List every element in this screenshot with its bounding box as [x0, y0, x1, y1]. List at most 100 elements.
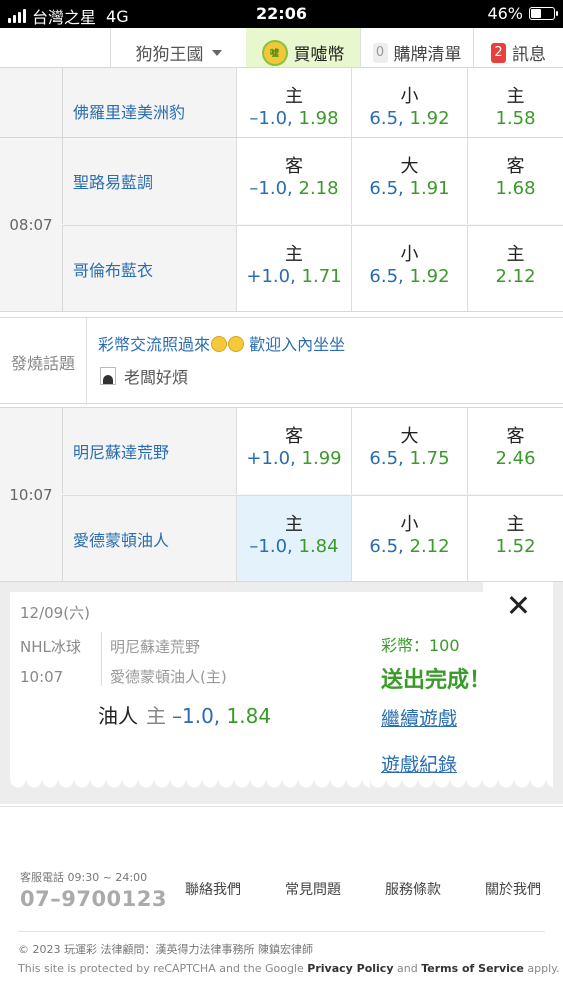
spread-side: 客 — [285, 426, 303, 447]
recaptcha-and: and — [397, 962, 418, 975]
total-odds: 2.12 — [409, 536, 450, 557]
total-odds: 1.91 — [409, 178, 450, 199]
total-odds: 1.92 — [409, 266, 450, 287]
battery-icon — [529, 7, 558, 20]
total-odds-cell[interactable]: 大 6.5, 1.75 — [351, 408, 467, 494]
spread-line: –1.0, — [249, 178, 293, 199]
total-line: 6.5, — [369, 178, 404, 199]
total-side: 大 — [400, 156, 419, 177]
spread-odds: 1.84 — [298, 536, 339, 557]
bet-confirmation-panel: 12/09(六) NHL冰球 10:07 明尼蘇達荒野 愛德蒙頓油人(主) 油人… — [0, 582, 563, 804]
moneyline-side: 客 — [506, 156, 525, 177]
spread-odds: 1.99 — [301, 448, 342, 469]
ticket-bet: 油人主 –1.0, 1.84 — [98, 700, 271, 729]
ticket-bet-side: 主 — [146, 704, 166, 728]
close-button[interactable] — [483, 582, 553, 628]
total-odds-cell[interactable]: 大 6.5, 1.91 — [351, 138, 467, 224]
ticket-time: 10:07 — [20, 668, 64, 686]
team-name: 聖路易藍調 — [62, 138, 236, 224]
footer-link-terms[interactable]: 服務條款 — [385, 879, 485, 899]
spread-odds-cell[interactable]: 客 –1.0, 2.18 — [236, 138, 351, 224]
messages-label: 訊息 — [512, 45, 546, 65]
hot-topic-label: 發燒話題 — [0, 318, 87, 405]
total-odds-cell[interactable]: 小 6.5, 1.92 — [351, 226, 467, 311]
footer-link-contact[interactable]: 聯絡我們 — [185, 879, 285, 899]
ticket-bet-odds: 1.84 — [226, 704, 272, 728]
moneyline-odds-cell[interactable]: 主 1.52 — [467, 496, 563, 581]
spread-odds: 2.18 — [298, 178, 339, 199]
team-row: 聖路易藍調客 –1.0, 2.18 大 6.5, 1.91 客 1.68 — [62, 138, 563, 224]
ticket-bet-team: 油人 — [98, 704, 138, 728]
moneyline-odds: 2.46 — [495, 448, 536, 469]
total-line: 6.5, — [369, 108, 404, 129]
moneyline-odds-cell[interactable]: 主 2.12 — [467, 226, 563, 311]
spread-side: 主 — [285, 86, 303, 107]
spread-odds-cell[interactable]: 主 –1.0, 1.84 — [236, 496, 351, 581]
copyright: © 2023 玩運彩 法律顧問：漢英得力法律事務所 陳鎮宏律師 — [18, 943, 313, 956]
team-row: 明尼蘇達荒野客 +1.0, 1.99 大 6.5, 1.75 客 2.46 — [62, 408, 563, 494]
customer-service-phone[interactable]: 07–9700123 — [20, 887, 167, 911]
hot-topic-author-name: 老闆好煩 — [124, 368, 189, 387]
divider — [18, 931, 545, 932]
footer-links: 聯絡我們 常見問題 服務條款 關於我們 — [185, 879, 563, 899]
team-row: 愛德蒙頓油人主 –1.0, 1.84 小 6.5, 2.12 主 1.52 — [62, 495, 563, 581]
caret-down-icon — [211, 49, 222, 56]
moneyline-side: 客 — [506, 426, 525, 447]
clock: 22:06 — [256, 4, 307, 23]
total-side: 小 — [400, 86, 419, 107]
cart-count-badge: 0 — [372, 42, 388, 63]
spread-line: –1.0, — [249, 536, 293, 557]
total-side: 大 — [400, 426, 419, 447]
total-line: 6.5, — [369, 448, 404, 469]
spread-line: +1.0, — [246, 448, 296, 469]
spread-side: 主 — [285, 514, 303, 535]
moneyline-odds: 1.68 — [495, 178, 536, 199]
customer-service-hours: 客服電話 09:30 ~ 24:00 — [20, 871, 148, 884]
moneyline-side: 主 — [506, 514, 525, 535]
team-row: 哥倫布藍衣主 +1.0, 1.71 小 6.5, 1.92 主 2.12 — [62, 225, 563, 311]
bet-ticket: 12/09(六) NHL冰球 10:07 明尼蘇達荒野 愛德蒙頓油人(主) 油人… — [10, 592, 370, 788]
footer: 客服電話 09:30 ~ 24:00 07–9700123 聯絡我們 常見問題 … — [0, 806, 563, 1000]
total-side: 小 — [400, 514, 419, 535]
hot-topic[interactable]: 發燒話題 彩幣交流照過來 歡迎入內坐坐老闆好煩 — [0, 317, 563, 405]
spread-odds: 1.98 — [298, 108, 339, 129]
spread-side: 主 — [285, 244, 303, 265]
game-history-link[interactable]: 遊戲紀錄 — [381, 750, 457, 777]
star-eyes-emoji-icon — [228, 336, 245, 352]
game-time: 10:07 — [9, 485, 53, 504]
moneyline-odds-cell[interactable]: 客 1.68 — [467, 138, 563, 224]
footer-link-faq[interactable]: 常見問題 — [285, 879, 385, 899]
game-card: 08:07 聖路易藍調客 –1.0, 2.18 大 6.5, 1.91 客 1.68 哥倫布藍… — [0, 137, 563, 312]
privacy-policy-link[interactable]: Privacy Policy — [307, 962, 393, 975]
recaptcha-notice: This site is protected by reCAPTCHA and … — [18, 962, 560, 975]
total-side: 小 — [400, 244, 419, 265]
spread-odds-cell[interactable]: 客 +1.0, 1.99 — [236, 408, 351, 494]
hot-topic-title-text: 彩幣交流照過來 — [98, 335, 211, 354]
moneyline-side: 主 — [506, 244, 525, 265]
footer-link-about[interactable]: 關於我們 — [485, 879, 563, 899]
coins-spent: 彩幣：100 — [381, 636, 460, 655]
team-name: 愛德蒙頓油人 — [62, 496, 236, 581]
spread-odds-cell[interactable]: 主 +1.0, 1.71 — [236, 226, 351, 311]
ticket-sport: NHL冰球 — [20, 638, 81, 656]
recaptcha-apply: apply. — [527, 962, 560, 975]
continue-game-link[interactable]: 繼續遊戲 — [381, 704, 457, 731]
avatar — [100, 367, 116, 385]
spread-line: +1.0, — [246, 266, 296, 287]
hot-topic-title-suffix: 歡迎入內坐坐 — [249, 335, 346, 354]
moneyline-odds: 1.52 — [495, 536, 536, 557]
total-odds-cell[interactable]: 小 6.5, 2.12 — [351, 496, 467, 581]
moneyline-side: 主 — [506, 86, 525, 107]
hot-topic-title[interactable]: 彩幣交流照過來 歡迎入內坐坐 — [98, 331, 345, 355]
spread-side: 客 — [285, 156, 303, 177]
total-odds: 1.92 — [409, 108, 450, 129]
close-icon — [509, 596, 527, 614]
ticket-date: 12/09(六) — [20, 604, 90, 622]
ticket-home-team: 愛德蒙頓油人(主) — [110, 668, 227, 686]
moneyline-odds-cell[interactable]: 客 2.46 — [467, 408, 563, 494]
recaptcha-text: This site is protected by reCAPTCHA and … — [18, 962, 304, 975]
coin-icon: 噓 — [261, 39, 288, 66]
game-card: 10:07 明尼蘇達荒野客 +1.0, 1.99 大 6.5, 1.75 客 2.46 愛德蒙… — [0, 407, 563, 582]
divider — [101, 632, 102, 686]
terms-of-service-link[interactable]: Terms of Service — [421, 962, 524, 975]
